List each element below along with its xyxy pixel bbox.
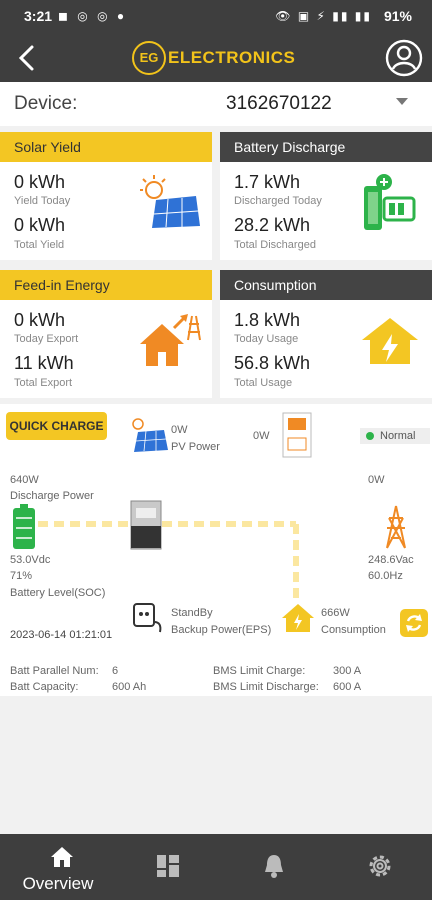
bms-discharge-value: 600 A (333, 681, 362, 693)
batt-capacity-label: Batt Capacity: (10, 681, 79, 693)
update-timestamp: 2023-06-14 01:21:01 (10, 629, 113, 641)
battery-percent: 91% (383, 8, 412, 24)
card-value: 11 kWh (14, 353, 74, 373)
house-export-icon (140, 314, 201, 366)
home-icon (51, 847, 73, 867)
refresh-button[interactable] (400, 609, 428, 637)
nav-settings[interactable] (326, 834, 432, 900)
bms-charge-value: 300 A (333, 665, 362, 677)
consumption-label: Consumption (321, 624, 386, 636)
card-label: Total Discharged (234, 239, 316, 251)
card-value: 0 kWh (14, 172, 66, 192)
solar-panel-icon (140, 175, 200, 228)
device-value[interactable]: 3162670122 (226, 93, 332, 115)
battery-voltage: 53.0Vdc (10, 554, 51, 566)
battery-icon (13, 504, 35, 549)
card-value: 1.7 kWh (234, 172, 301, 192)
dropdown-caret-icon[interactable] (396, 98, 408, 105)
card-label: Discharged Today (234, 195, 322, 207)
batt-capacity-value: 600 Ah (112, 681, 147, 693)
card-title: Battery Discharge (220, 132, 432, 162)
eps-label: Backup Power(EPS) (171, 624, 272, 636)
card-value: 0 kWh (14, 215, 66, 235)
card-title: Consumption (220, 270, 432, 300)
feed-in-energy-card: Feed-in Energy 0 kWh Today Export 11 kWh… (0, 270, 212, 398)
logo-text: ELECTRONICS (168, 48, 296, 67)
card-label: Yield Today (14, 195, 71, 207)
notification-icons: ◼ ◎ ◎ ● (58, 9, 128, 23)
user-icon (385, 39, 423, 77)
app-header: EG ELECTRONICS (0, 34, 432, 82)
house-lightning-icon (362, 318, 418, 364)
grid-tower-icon (386, 505, 406, 549)
battery-soc: 71% (10, 570, 33, 582)
bell-icon (265, 855, 283, 878)
grid-voltage: 248.6Vac (368, 554, 414, 566)
card-label: Total Yield (14, 239, 65, 251)
card-value: 0 kWh (14, 310, 66, 330)
card-value: 56.8 kWh (234, 353, 311, 373)
inverter-icon (130, 500, 162, 550)
card-label: Total Export (14, 377, 73, 389)
consumption-card: Consumption 1.8 kWh Today Usage 56.8 kWh… (220, 270, 432, 398)
bms-discharge-label: BMS Limit Discharge: (213, 681, 319, 693)
gear-icon (369, 855, 391, 877)
house-lightning-icon (282, 604, 314, 632)
bottom-navigation: Overview (0, 834, 432, 900)
logo-mark: EG (132, 41, 166, 75)
card-title: Feed-in Energy (0, 270, 212, 300)
solar-yield-card: Solar Yield 0 kWh Yield Today 0 kWh Tota… (0, 132, 212, 260)
status-time: 3:21 (24, 8, 53, 24)
brand-logo: EG ELECTRONICS (132, 41, 304, 75)
card-label: Today Export (14, 333, 79, 345)
consumption-value: 666W (321, 607, 350, 619)
eps-status: StandBy (171, 607, 213, 619)
nav-alerts[interactable] (220, 834, 328, 900)
device-selector[interactable]: Device: 3162670122 (0, 82, 432, 126)
energy-flow-panel: QUICK CHARGE 0W PV Power 0W Normal 640W … (0, 404, 432, 696)
signal-icons: 👁 ▣ ⚡ ▮▮ ▮▮ (275, 9, 372, 23)
card-value: 28.2 kWh (234, 215, 311, 235)
nav-overview-label: Overview (22, 874, 94, 893)
grid-frequency: 60.0Hz (368, 570, 403, 582)
bms-charge-label: BMS Limit Charge: (213, 665, 306, 677)
card-value: 1.8 kWh (234, 310, 301, 330)
flow-lines (38, 521, 299, 602)
refresh-icon (406, 614, 422, 632)
device-label: Device: (14, 93, 78, 114)
profile-button[interactable] (384, 38, 424, 78)
back-button[interactable] (12, 40, 44, 76)
eps-plug-icon (133, 603, 162, 633)
card-label: Total Usage (234, 377, 293, 389)
nav-overview[interactable]: Overview (4, 834, 112, 900)
battery-discharge-card: Battery Discharge 1.7 kWh Discharged Tod… (220, 132, 432, 260)
battery-icon (364, 174, 416, 230)
card-label: Today Usage (234, 333, 299, 345)
battery-soc-label: Battery Level(SOC) (10, 587, 106, 599)
nav-dashboard[interactable] (114, 834, 222, 900)
batt-parallel-value: 6 (112, 665, 119, 677)
chevron-left-icon (18, 45, 34, 71)
batt-parallel-label: Batt Parallel Num: (10, 665, 99, 677)
status-bar: 3:21 ◼ ◎ ◎ ● 👁 ▣ ⚡ ▮▮ ▮▮ 91% (0, 0, 432, 34)
card-title: Solar Yield (0, 132, 212, 162)
dashboard-grid-icon (157, 855, 179, 877)
